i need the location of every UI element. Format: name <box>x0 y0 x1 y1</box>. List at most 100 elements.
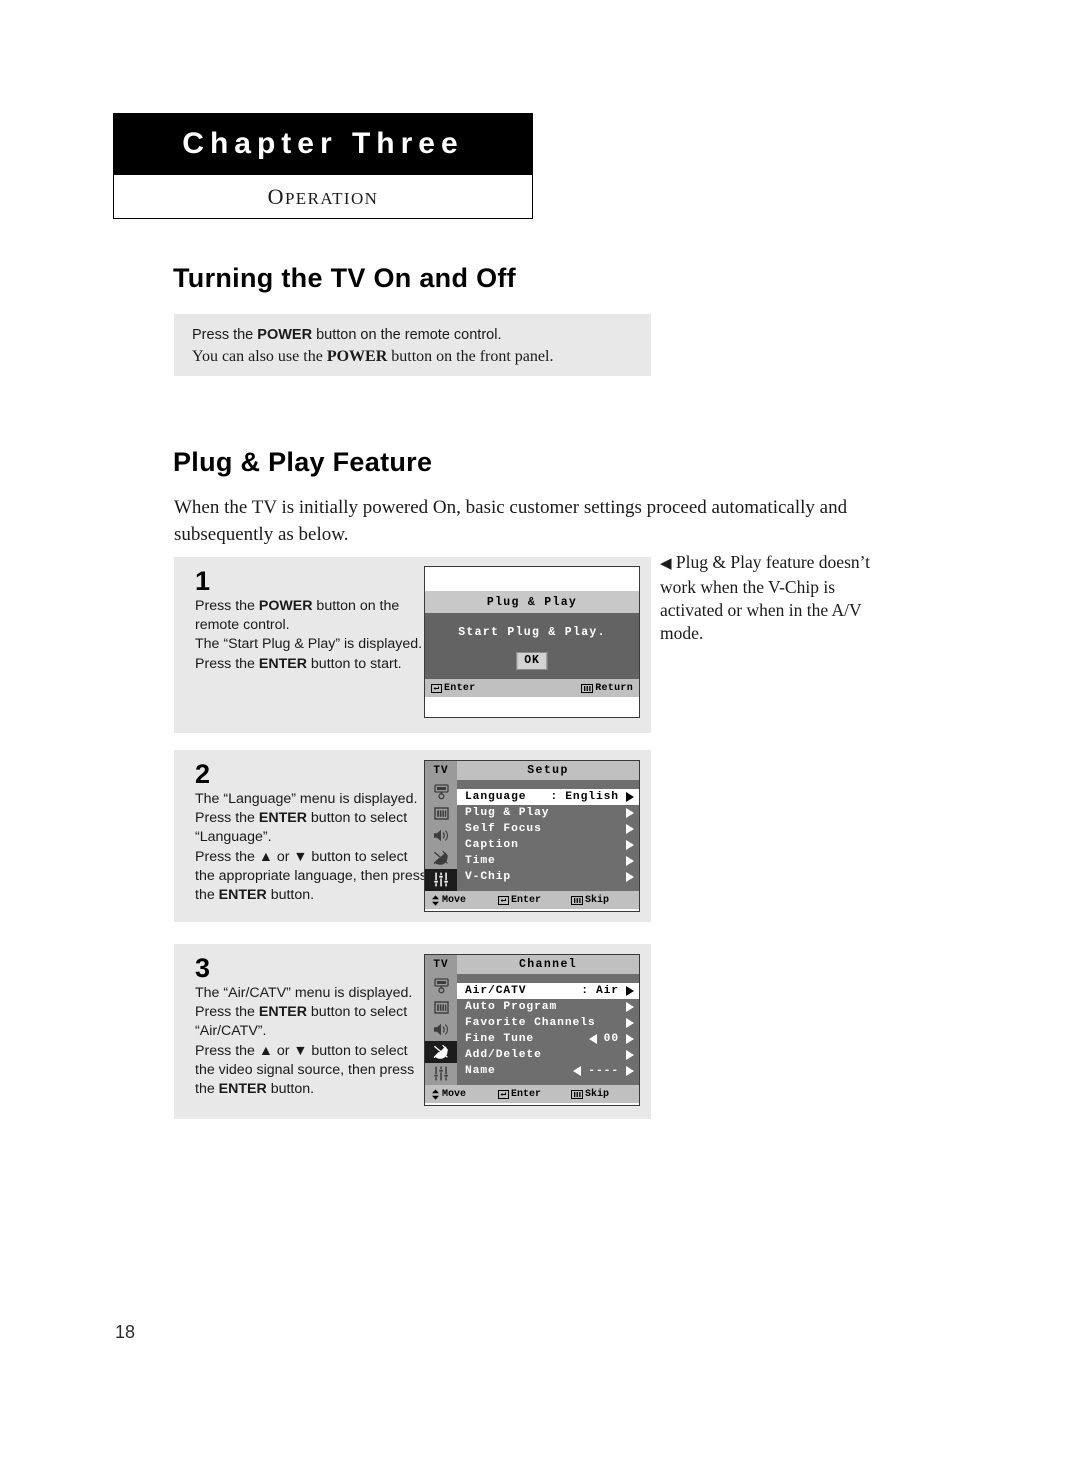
osd-menu-row-label: Air/CATV <box>465 985 527 997</box>
step-text-plain: Press the ▲ or ▼ button to select <box>195 848 408 865</box>
osd-setup-item-list: Language: English Plug & Play Self Focus Cap… <box>457 780 639 891</box>
sidebar-sliders-icon[interactable] <box>425 1063 457 1085</box>
chapter-title: Chapter Three <box>182 127 464 160</box>
step-text-plain: Press the <box>195 810 259 827</box>
osd-setup-sidebar <box>425 780 457 892</box>
osd-menu-row[interactable]: Auto Program <box>457 999 639 1015</box>
osd-menu-row[interactable]: Air/CATV: Air <box>457 983 639 999</box>
osd-menu-row[interactable]: Plug & Play <box>457 805 639 821</box>
osd-footer-enter: Enter <box>498 1089 541 1100</box>
osd-menu-right-arrow-icon[interactable] <box>626 792 634 802</box>
osd-plug-play-body: Start Plug & Play. OK <box>425 613 639 679</box>
osd-plug-play-title: Plug & Play <box>425 591 639 613</box>
sidebar-input-source-icon[interactable] <box>425 780 457 802</box>
osd-channel-footer: Move Enter Skip <box>425 1085 639 1103</box>
osd-footer-return-label: Return <box>595 682 633 694</box>
step-text-3: The “Air/CATV” menu is displayed. Press t… <box>195 984 430 1099</box>
osd-footer-label: Skip <box>585 894 610 906</box>
osd-menu-right-arrow-icon[interactable] <box>626 1002 634 1012</box>
osd-channel-body: Air/CATV: Air Auto Program Favorite Channel… <box>425 974 639 1085</box>
step-text-line: Press the ▲ or ▼ button to select <box>195 848 430 867</box>
osd-menu-row-label: Favorite Channels <box>465 1017 596 1029</box>
osd-menu-right-arrow-icon[interactable] <box>626 872 634 882</box>
sidebar-picture-bars-icon[interactable] <box>425 996 457 1018</box>
step-text-bold: POWER <box>258 598 313 614</box>
step-text-line: remote control. <box>195 616 430 635</box>
osd-channel-item-list: Air/CATV: Air Auto Program Favorite Channel… <box>457 974 639 1085</box>
osd-menu-row[interactable]: Self Focus <box>457 821 639 837</box>
sidebar-input-source-icon[interactable] <box>425 974 457 996</box>
osd-footer-label: Skip <box>585 1088 610 1100</box>
osd-menu-right-arrow-icon[interactable] <box>626 986 634 996</box>
power-note-line-2-pre: You can also use the <box>192 348 327 365</box>
osd-menu-right-arrow-icon[interactable] <box>626 1018 634 1028</box>
step-text-line: “Language”. <box>195 828 430 847</box>
power-note-line-1-bold: POWER <box>257 327 313 343</box>
plug-play-intro-paragraph: When the TV is initially powered On, bas… <box>174 497 848 545</box>
osd-menu-right-arrow-icon[interactable] <box>626 1050 634 1060</box>
osd-footer-skip: Skip <box>571 1089 609 1100</box>
osd-menu-row[interactable]: Fine Tune 00 <box>457 1031 639 1047</box>
up-down-arrow-icon <box>431 1088 440 1100</box>
step-text-1: Press the POWER button on the remote cont… <box>195 597 430 674</box>
osd-menu-left-arrow-icon[interactable] <box>588 1034 597 1044</box>
step-text-plain: button. <box>266 887 315 904</box>
sidebar-speaker-icon[interactable] <box>425 824 457 846</box>
up-down-arrow-icon <box>431 894 440 906</box>
sidebar-picture-bars-icon[interactable] <box>425 802 457 824</box>
step-text-plain: remote control. <box>195 617 290 634</box>
osd-menu-right-arrow-icon[interactable] <box>626 856 634 866</box>
osd-menu-row-label: Auto Program <box>465 1001 558 1013</box>
osd-menu-row[interactable]: V-Chip <box>457 869 639 885</box>
osd-menu-row-label: Self Focus <box>465 823 542 835</box>
osd-menu-row[interactable]: Favorite Channels <box>457 1015 639 1031</box>
osd-menu-row[interactable]: Time <box>457 853 639 869</box>
step-text-plain: The “Language” menu is displayed. <box>195 791 418 807</box>
step-number-2: 2 <box>195 759 211 789</box>
step-text-plain: Press the <box>195 1004 259 1021</box>
enter-key-icon <box>498 1089 510 1099</box>
sidebar-satellite-dish-icon[interactable] <box>425 847 457 869</box>
osd-footer-label: Move <box>442 894 467 906</box>
enter-key-icon <box>498 895 510 905</box>
step-text-line: the video signal source, then press <box>195 1061 430 1080</box>
osd-setup-title: Setup <box>527 764 569 777</box>
osd-menu-left-arrow-icon[interactable] <box>573 1066 582 1076</box>
step-text-plain: the video signal source, then press <box>195 1061 415 1078</box>
osd-menu-right-arrow-icon[interactable] <box>626 808 634 818</box>
osd-menu-right-arrow-icon[interactable] <box>626 840 634 850</box>
osd-channel-title: Channel <box>518 958 578 971</box>
step-text-plain: The “Air/CATV” menu is displayed. <box>195 985 413 1001</box>
osd-menu-row[interactable]: Add/Delete <box>457 1047 639 1063</box>
menu-bars-icon <box>571 1089 584 1099</box>
osd-menu-row[interactable]: Language: English <box>457 789 639 805</box>
step-text-plain: “Language”. <box>195 829 272 846</box>
power-note-line-1: Press the POWER button on the remote con… <box>192 325 633 346</box>
osd-footer-enter: Enter <box>498 895 541 906</box>
step-text-line: Press the ENTER button to start. <box>195 655 430 674</box>
step-text-bold: ENTER <box>218 1081 267 1098</box>
osd-menu-right-arrow-icon[interactable] <box>626 1034 634 1044</box>
page-number: 18 <box>115 1322 136 1342</box>
osd-footer-move: Move <box>431 895 466 906</box>
osd-menu-row-label: V-Chip <box>465 871 512 883</box>
step-text-line: The “Start Plug & Play” is displayed. <box>195 635 430 654</box>
chapter-subtitle: OPERATION <box>268 184 379 210</box>
osd-ok-button[interactable]: OK <box>516 652 548 670</box>
chapter-subtitle-rest: PERATION <box>284 188 379 208</box>
sidebar-sliders-icon[interactable] <box>425 868 457 892</box>
osd-top-padding <box>425 567 639 591</box>
step-text-bold: ENTER <box>218 887 267 904</box>
osd-menu-row[interactable]: Name ---- <box>457 1063 639 1079</box>
step-text-plain: the appropriate language, then press <box>195 867 427 884</box>
osd-menu-right-arrow-icon[interactable] <box>626 1066 634 1076</box>
sidebar-satellite-dish-icon[interactable] <box>425 1040 457 1063</box>
step-text-plain: button on the <box>312 598 400 614</box>
osd-menu-right-arrow-icon[interactable] <box>626 824 634 834</box>
osd-menu-row[interactable]: Caption <box>457 837 639 853</box>
osd-menu-row-label: Language <box>465 791 527 803</box>
osd-footer-label: Enter <box>511 1088 542 1100</box>
sidebar-speaker-icon[interactable] <box>425 1018 457 1040</box>
osd-menu-row-value: 00 <box>603 1033 619 1045</box>
osd-bottom-padding <box>425 697 639 717</box>
